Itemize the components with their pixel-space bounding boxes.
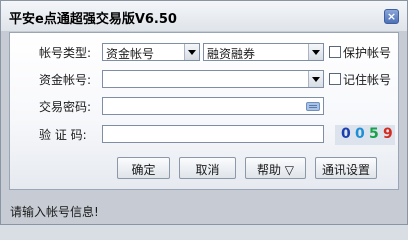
chevron-down-icon xyxy=(188,50,196,55)
remember-account-checkbox[interactable] xyxy=(329,73,341,85)
trade-mode-select[interactable]: 融资融券 xyxy=(203,43,324,61)
trade-mode-value: 融资融券 xyxy=(207,47,256,61)
protect-account-label: 保护帐号 xyxy=(343,46,392,60)
trade-password-input[interactable] xyxy=(102,97,324,115)
captcha-label: 验 证 码: xyxy=(39,128,87,142)
captcha-image[interactable]: 0 0 5 9 xyxy=(335,125,395,145)
ok-button[interactable]: 确定 xyxy=(117,157,170,179)
captcha-input[interactable] xyxy=(102,125,324,143)
trade-mode-dropdown-button[interactable] xyxy=(308,44,323,60)
help-button[interactable]: 帮助 ▽ xyxy=(245,157,306,179)
close-icon: × xyxy=(386,10,397,23)
chevron-down-icon xyxy=(312,77,320,82)
login-window: 平安e点通超强交易版V6.50 × 帐号类型: 资金帐号 融资融券 保护帐号 资… xyxy=(0,0,408,225)
captcha-digit: 9 xyxy=(383,126,393,142)
fund-account-input[interactable] xyxy=(102,70,324,88)
status-bar: 请输入帐号信息! xyxy=(2,193,406,224)
title-bar[interactable]: 平安e点通超强交易版V6.50 × xyxy=(1,1,407,31)
account-type-value: 资金帐号 xyxy=(106,47,155,61)
captcha-digit: 0 xyxy=(341,126,351,142)
remember-account-label: 记住帐号 xyxy=(343,73,392,87)
status-message: 请输入帐号信息! xyxy=(10,205,99,219)
window-title: 平安e点通超强交易版V6.50 xyxy=(9,12,177,27)
help-button-label: 帮助 ▽ xyxy=(256,163,295,177)
comm-settings-button[interactable]: 通讯设置 xyxy=(315,157,377,179)
close-button[interactable]: × xyxy=(384,9,399,24)
fund-account-dropdown-button[interactable] xyxy=(308,71,323,87)
keyboard-icon[interactable] xyxy=(306,102,320,111)
ok-button-label: 确定 xyxy=(131,163,156,177)
account-type-label: 帐号类型: xyxy=(39,46,92,60)
trade-password-label: 交易密码: xyxy=(39,100,92,114)
login-form: 帐号类型: 资金帐号 融资融券 保护帐号 资金帐号: 记住帐号 交易密码: 验 … xyxy=(9,32,399,190)
fund-account-label: 资金帐号: xyxy=(39,73,92,87)
cancel-button[interactable]: 取消 xyxy=(179,157,236,179)
captcha-digit: 0 xyxy=(355,126,365,142)
captcha-digit: 5 xyxy=(369,126,379,142)
account-type-select[interactable]: 资金帐号 xyxy=(102,43,200,61)
account-type-dropdown-button[interactable] xyxy=(184,44,199,60)
comm-settings-button-label: 通讯设置 xyxy=(321,163,370,177)
cancel-button-label: 取消 xyxy=(195,163,220,177)
protect-account-checkbox[interactable] xyxy=(329,46,341,58)
chevron-down-icon xyxy=(312,50,320,55)
